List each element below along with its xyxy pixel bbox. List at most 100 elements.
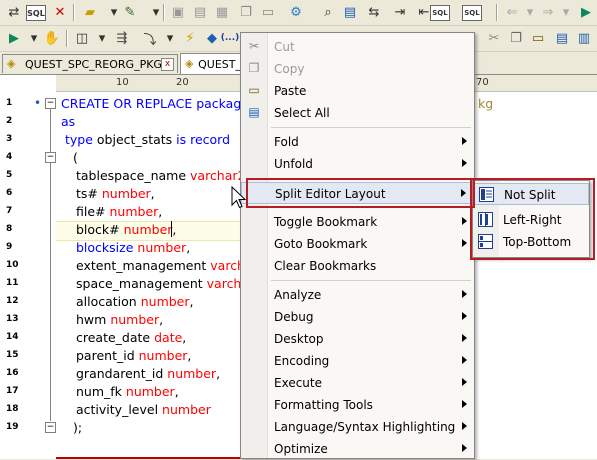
explain-dropdown-icon[interactable]: ▾ bbox=[92, 29, 112, 47]
line-number: 18 bbox=[6, 404, 19, 414]
menu-item-copy[interactable]: ❐ Copy bbox=[241, 58, 474, 80]
submenu-item-not-split[interactable]: Not Split bbox=[473, 183, 589, 205]
save-all-icon[interactable]: ▤ bbox=[190, 3, 210, 21]
line-number: 10 bbox=[6, 260, 19, 270]
menu-separator bbox=[271, 280, 471, 281]
save-icon[interactable]: ▣ bbox=[168, 3, 188, 21]
copy-toolbar-icon[interactable]: ❐ bbox=[236, 3, 256, 21]
menu-item-toggle-bookmark[interactable]: Toggle Bookmark bbox=[241, 211, 474, 233]
menu-item-goto-bookmark[interactable]: Goto Bookmark bbox=[241, 233, 474, 255]
cut-toolbar-icon[interactable]: ✂ bbox=[484, 29, 504, 47]
debug-dropdown-icon[interactable]: ▾ bbox=[160, 29, 180, 47]
line-number: 2 bbox=[6, 116, 13, 126]
sql-uppercase-icon[interactable]: SQL bbox=[462, 5, 482, 21]
connect-icon[interactable]: ⚙ bbox=[286, 3, 306, 21]
split-top-bottom-icon bbox=[478, 234, 493, 249]
tab-quest-spc-reorg-pkg[interactable]: ◈ QUEST_SPC_REORG_PKG x bbox=[2, 54, 178, 73]
code-line: ts# number, bbox=[76, 186, 155, 201]
code-line: tablespace_name varchar2( bbox=[76, 168, 251, 183]
menu-separator bbox=[271, 207, 471, 208]
sql-format-icon[interactable]: SQL bbox=[430, 5, 450, 21]
menu-item-language-syntax-highlighting[interactable]: Language/Syntax Highlighting bbox=[241, 416, 474, 438]
line-number: 15 bbox=[6, 350, 19, 360]
print-icon[interactable]: ▦ bbox=[212, 3, 232, 21]
fold-toggle-icon[interactable]: − bbox=[45, 98, 56, 109]
stop-hand-icon[interactable]: ✋ bbox=[42, 29, 62, 47]
debug-step-icon[interactable]: ⤵ bbox=[140, 29, 160, 48]
sql-editor-icon[interactable]: SQL bbox=[26, 5, 46, 21]
menu-item-analyze[interactable]: Analyze bbox=[241, 284, 474, 306]
code-line: allocation number, bbox=[76, 294, 194, 309]
paste-toolbar2-icon[interactable]: ▭ bbox=[528, 29, 548, 47]
forward-icon[interactable]: ⇒ bbox=[538, 3, 558, 21]
package-icon: ◈ bbox=[7, 57, 16, 70]
menu-item-optimize[interactable]: Optimize bbox=[241, 438, 474, 460]
submenu-arrow-icon bbox=[462, 444, 467, 452]
fold-toggle-icon[interactable]: − bbox=[45, 152, 56, 163]
line-number: 13 bbox=[6, 314, 19, 324]
line-number: 19 bbox=[6, 422, 19, 432]
close-icon[interactable]: ✕ bbox=[50, 3, 70, 21]
breakpoint-marker-icon[interactable]: • bbox=[34, 96, 41, 110]
open-folder-icon[interactable]: ▰ bbox=[80, 3, 100, 21]
copy-toolbar2-icon[interactable]: ❐ bbox=[506, 29, 526, 47]
clipboard-icon: ▭ bbox=[248, 83, 260, 97]
replace-icon[interactable]: ⇆ bbox=[364, 3, 384, 21]
schema-browser-icon[interactable]: ✎ bbox=[120, 3, 140, 21]
line-number: 5 bbox=[6, 170, 13, 180]
line-number: 9 bbox=[6, 242, 13, 252]
menu-item-desktop[interactable]: Desktop bbox=[241, 328, 474, 350]
select-all-icon: ▤ bbox=[248, 105, 260, 119]
menu-item-fold[interactable]: Fold bbox=[241, 131, 474, 153]
format-icon[interactable]: ▤ bbox=[340, 3, 360, 21]
menu-item-encoding[interactable]: Encoding bbox=[241, 350, 474, 372]
menu-item-formatting-tools[interactable]: Formatting Tools bbox=[241, 394, 474, 416]
ruler-mark: 20 bbox=[176, 77, 189, 88]
trace-icon[interactable]: ⇶ bbox=[112, 29, 132, 47]
fold-toggle-icon[interactable]: − bbox=[45, 422, 56, 433]
copy-icon: ❐ bbox=[248, 61, 260, 75]
text-caret bbox=[171, 221, 172, 237]
line-number: 4 bbox=[6, 152, 13, 162]
menu-item-clear-bookmarks[interactable]: Clear Bookmarks bbox=[241, 255, 474, 277]
submenu-arrow-icon bbox=[462, 356, 467, 364]
run-script-icon[interactable]: ⇄ bbox=[4, 3, 24, 21]
document-list-icon[interactable]: ▥ bbox=[574, 29, 594, 47]
document-icon[interactable]: ▤ bbox=[552, 29, 572, 47]
not-split-icon bbox=[479, 187, 494, 202]
menu-item-execute[interactable]: Execute bbox=[241, 372, 474, 394]
tab-close-icon[interactable]: x bbox=[161, 58, 174, 71]
indent-icon[interactable]: ⇥ bbox=[390, 3, 410, 21]
menu-item-debug[interactable]: Debug bbox=[241, 306, 474, 328]
submenu-item-top-bottom[interactable]: Top-Bottom bbox=[473, 231, 589, 253]
compile-icon[interactable]: ⚡ bbox=[180, 29, 200, 47]
submenu-arrow-icon bbox=[462, 290, 467, 298]
split-layout-submenu: Not Split Left-Right Top-Bottom bbox=[472, 180, 590, 258]
execute-statement-icon[interactable]: ▶ bbox=[576, 3, 596, 21]
find-icon[interactable]: ⌕ bbox=[318, 3, 338, 21]
submenu-arrow-icon bbox=[462, 217, 467, 225]
execute-dropdown-icon[interactable]: ▾ bbox=[24, 29, 44, 47]
execute-icon[interactable]: ▶ bbox=[4, 29, 24, 47]
menu-item-select-all[interactable]: ▤ Select All bbox=[241, 102, 474, 124]
code-line: space_management varcha bbox=[76, 276, 250, 291]
forward-dropdown-icon[interactable]: ▾ bbox=[556, 3, 576, 21]
menu-item-split-editor-layout[interactable]: Split Editor Layout bbox=[241, 182, 474, 204]
tab-label: QUEST_SPC_REORG_PKG bbox=[25, 57, 162, 71]
menu-item-unfold[interactable]: Unfold bbox=[241, 153, 474, 175]
tab-quest[interactable]: ◈ QUEST_ bbox=[180, 53, 242, 74]
line-number: 11 bbox=[6, 278, 19, 288]
menu-item-cut[interactable]: ✂ Cut bbox=[241, 36, 474, 58]
ruler-mark: 70 bbox=[476, 77, 489, 88]
explain-plan-icon[interactable]: ◫ bbox=[72, 29, 92, 47]
fold-line bbox=[50, 163, 51, 421]
submenu-item-left-right[interactable]: Left-Right bbox=[473, 209, 589, 231]
back-dropdown-icon[interactable]: ▾ bbox=[520, 3, 540, 21]
fold-line bbox=[50, 109, 51, 153]
line-number: 17 bbox=[6, 386, 19, 396]
menu-item-paste[interactable]: ▭ Paste bbox=[241, 80, 474, 102]
code-line: ( bbox=[73, 150, 78, 165]
line-number: 12 bbox=[6, 296, 19, 306]
paste-toolbar-icon[interactable]: ▭ bbox=[258, 3, 278, 21]
back-icon[interactable]: ⇐ bbox=[502, 3, 522, 21]
